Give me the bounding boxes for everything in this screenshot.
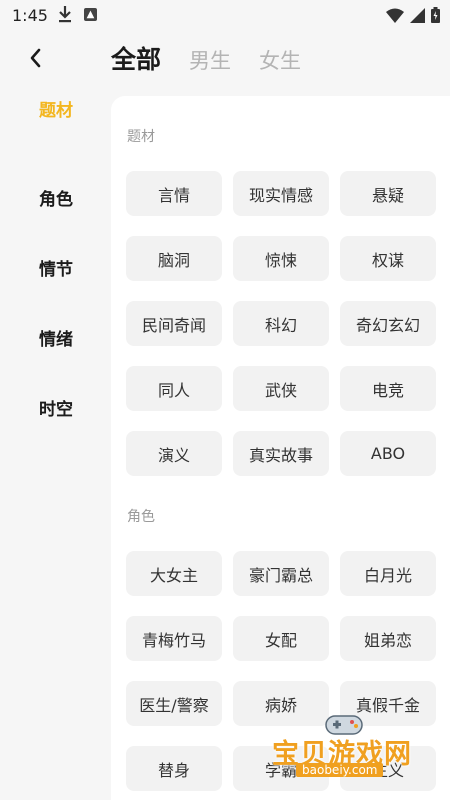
tag-item[interactable]: 言情 <box>126 171 222 216</box>
app-notification-icon: ▲ <box>84 8 97 21</box>
signal-icon <box>410 7 425 27</box>
back-icon[interactable] <box>24 44 48 72</box>
status-time: 1:45 <box>12 6 48 25</box>
wifi-icon <box>386 8 404 27</box>
tag-item[interactable]: 惊悚 <box>233 236 329 281</box>
sidebar-item-emotion[interactable]: 情绪 <box>0 302 112 372</box>
sidebar-item-time-space[interactable]: 时空 <box>0 372 112 442</box>
download-icon <box>58 5 72 27</box>
tag-panel: 题材 言情 现实情感 悬疑 脑洞 惊悚 权谋 民间奇闻 科幻 奇幻玄幻 同人 武… <box>111 96 450 800</box>
sidebar-item-plot[interactable]: 情节 <box>0 232 112 302</box>
section-title-role: 角色 <box>127 509 155 525</box>
tag-grid-theme: 言情 现实情感 悬疑 脑洞 惊悚 权谋 民间奇闻 科幻 奇幻玄幻 同人 武侠 电… <box>126 171 436 476</box>
section-title-theme: 题材 <box>127 129 155 145</box>
watermark-url: baobeiy.com <box>296 763 384 777</box>
tag-item[interactable]: ABO <box>340 431 436 476</box>
tag-item[interactable]: 豪门霸总 <box>233 551 329 596</box>
tab-all[interactable]: 全部 <box>111 40 161 76</box>
category-tabs: 全部 男生 女生 <box>111 40 329 76</box>
tag-item[interactable]: 现实情感 <box>233 171 329 216</box>
tag-item[interactable]: 女配 <box>233 616 329 661</box>
tag-item[interactable]: 科幻 <box>233 301 329 346</box>
tag-item[interactable]: 权谋 <box>340 236 436 281</box>
tag-item[interactable]: 同人 <box>126 366 222 411</box>
tag-item[interactable]: 演义 <box>126 431 222 476</box>
tag-item[interactable]: 替身 <box>126 746 222 791</box>
watermark-logo: 宝贝游戏网 baobeiy.com <box>272 712 450 792</box>
tag-item[interactable]: 大女主 <box>126 551 222 596</box>
tag-item[interactable]: 白月光 <box>340 551 436 596</box>
tag-item[interactable]: 武侠 <box>233 366 329 411</box>
battery-icon <box>431 7 440 27</box>
tag-item[interactable]: 真实故事 <box>233 431 329 476</box>
sidebar-item-role[interactable]: 角色 <box>0 162 112 232</box>
sidebar: 题材 角色 情节 情绪 时空 <box>0 92 112 442</box>
tag-item[interactable]: 青梅竹马 <box>126 616 222 661</box>
tag-item[interactable]: 电竞 <box>340 366 436 411</box>
tag-item[interactable]: 姐弟恋 <box>340 616 436 661</box>
tag-item[interactable]: 民间奇闻 <box>126 301 222 346</box>
status-icons <box>386 7 440 27</box>
sidebar-item-theme[interactable]: 题材 <box>0 92 112 124</box>
tag-item[interactable]: 奇幻玄幻 <box>340 301 436 346</box>
tag-item[interactable]: 脑洞 <box>126 236 222 281</box>
tag-item[interactable]: 医生/警察 <box>126 681 222 726</box>
tab-male[interactable]: 男生 <box>189 45 231 75</box>
status-bar: 1:45 ▲ <box>0 0 450 32</box>
tab-female[interactable]: 女生 <box>259 45 301 75</box>
tag-item[interactable]: 悬疑 <box>340 171 436 216</box>
